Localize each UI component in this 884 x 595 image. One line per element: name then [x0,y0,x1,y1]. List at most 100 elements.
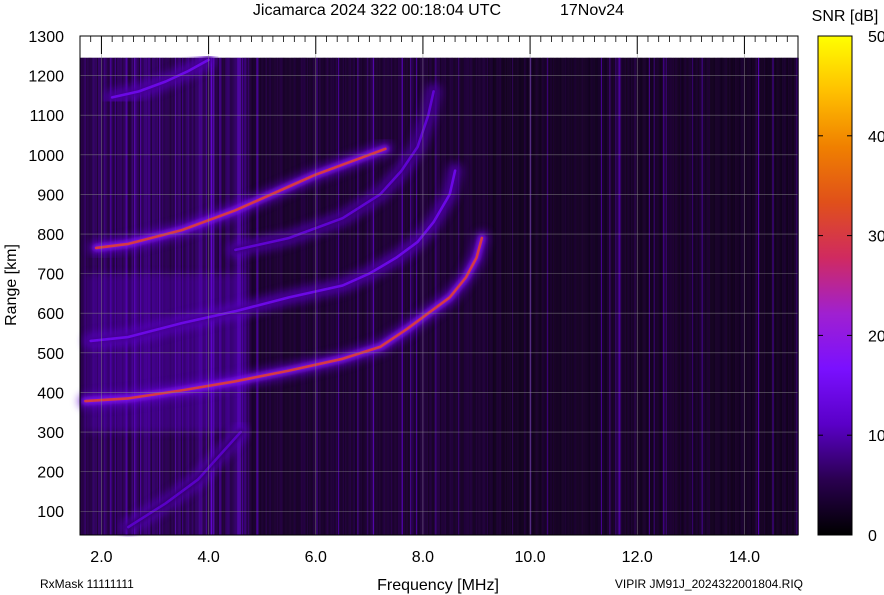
noise-column [630,57,633,535]
noise-column [652,57,654,535]
noise-column [579,57,581,535]
noise-column [659,57,661,535]
noise-column [358,57,360,535]
y-tick-label: 1000 [28,148,64,165]
noise-column [789,57,791,535]
noise-column [534,57,537,535]
noise-column [494,57,496,535]
noise-column [632,57,634,535]
noise-column [519,57,521,535]
noise-column [759,57,761,535]
noise-column [609,57,611,535]
noise-column [371,57,373,535]
y-axis-ticks: 100 200 300 400 500 600 700 800 900 1000 1100 1200 1… [28,29,64,521]
noise-column [606,57,609,535]
noise-column [346,57,348,535]
noise-column [646,57,648,535]
noise-column [620,57,622,535]
noise-column [587,57,589,535]
noise-column [563,57,565,535]
noise-column [251,57,253,535]
noise-column [332,57,334,535]
noise-column [568,57,570,535]
noise-column [516,57,519,535]
noise-column [635,57,637,535]
noise-column [724,57,726,535]
noise-column [566,57,568,535]
noise-column [612,57,615,535]
noise-column [356,57,358,535]
noise-column [754,57,756,535]
noise-column [545,57,547,535]
noise-column [404,57,406,535]
noise-column [413,57,415,535]
y-tick-label: 1300 [28,29,64,46]
noise-column [642,57,645,535]
noise-column [581,57,583,535]
noise-column [503,57,505,535]
colorbar-tick-label: 10 [868,428,884,445]
noise-column [496,57,498,535]
noise-column [604,57,606,535]
noise-column [250,57,252,535]
noise-column [386,57,388,535]
noise-column [406,57,408,535]
noise-column [772,57,774,535]
noise-column [377,57,379,535]
noise-column [762,57,765,535]
y-tick-label: 800 [37,227,64,244]
noise-column [744,57,747,535]
noise-column [362,57,364,535]
noise-column [616,57,618,535]
chart-title: Jicamarca 2024 322 00:18:04 UTC [253,2,501,19]
y-tick-label: 700 [37,267,64,284]
noise-column [663,57,665,535]
noise-column [608,57,610,535]
noise-column [507,57,509,535]
noise-column [525,57,527,535]
noise-column [526,57,528,535]
chart-date: 17Nov24 [560,2,624,19]
noise-column [615,57,617,535]
noise-column [731,57,733,535]
noise-column [693,57,695,535]
noise-column [549,57,551,535]
noise-column [509,57,511,535]
noise-column [738,57,741,535]
noise-column [368,57,370,535]
noise-column [670,57,672,535]
noise-column [338,57,340,535]
noise-column [408,57,411,535]
noise-column [664,57,666,535]
noise-column [788,57,790,535]
noise-column [527,57,529,535]
noise-column [725,57,727,535]
noise-column [702,57,705,535]
noise-column [252,57,255,535]
noise-column [603,57,605,535]
noise-column [624,57,627,535]
noise-column [573,57,575,535]
noise-column [567,57,569,535]
y-tick-label: 500 [37,346,64,363]
noise-column [383,57,385,535]
y-tick-label: 400 [37,385,64,402]
noise-column [410,57,412,535]
noise-column [341,57,343,535]
noise-column [770,57,772,535]
noise-column [705,57,707,535]
noise-column [82,57,84,535]
noise-column [791,57,793,535]
noise-column [479,57,481,535]
noise-column [405,57,407,535]
noise-column [412,57,414,535]
noise-column [779,57,781,535]
noise-column [562,57,564,535]
noise-column [675,57,677,535]
noise-column [747,57,749,535]
noise-column [557,57,559,535]
noise-column [497,57,499,535]
plot-area: 2.0 4.0 6.0 8.0 10.0 12.0 14.0 100 200 300 400 500… [28,29,799,566]
noise-column [638,57,640,535]
y-tick-label: 200 [37,465,64,482]
